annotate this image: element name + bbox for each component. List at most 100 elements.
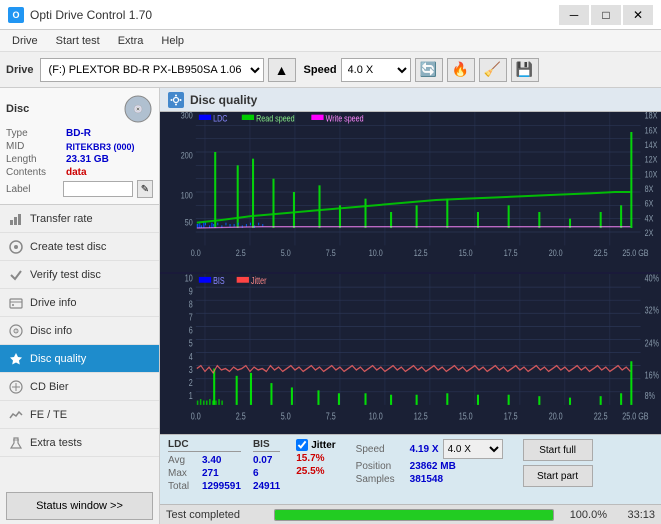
ldc-max-row: Max 271 xyxy=(168,468,241,479)
svg-text:12.5: 12.5 xyxy=(414,247,428,258)
bis-max-val: 6 xyxy=(253,468,259,479)
chart-settings-icon xyxy=(168,92,184,108)
svg-text:7.5: 7.5 xyxy=(326,247,336,258)
speed-key: Speed xyxy=(356,444,406,455)
start-full-button[interactable]: Start full xyxy=(523,439,593,461)
svg-text:Jitter: Jitter xyxy=(251,275,267,287)
disc-header: Disc xyxy=(6,94,153,124)
nav-items: Transfer rate Create test disc Verify te… xyxy=(0,205,159,488)
nav-extra-tests-label: Extra tests xyxy=(30,437,82,449)
svg-text:22.5: 22.5 xyxy=(594,410,608,422)
svg-text:2X: 2X xyxy=(645,227,654,238)
svg-text:300: 300 xyxy=(181,112,193,121)
start-part-button[interactable]: Start part xyxy=(523,465,593,487)
svg-text:2.5: 2.5 xyxy=(236,247,246,258)
jitter-label: Jitter xyxy=(311,440,335,451)
nav-disc-info[interactable]: i Disc info xyxy=(0,317,159,345)
disc-contents-key: Contents xyxy=(6,167,66,178)
action-buttons-col: Start full Start part xyxy=(523,439,593,487)
eject-button[interactable]: ▲ xyxy=(268,58,296,82)
disc-label-input[interactable] xyxy=(63,181,133,197)
main-layout: Disc Type BD-R MID RITEKBR3 (000) xyxy=(0,88,661,524)
status-window-button[interactable]: Status window >> xyxy=(6,492,153,520)
nav-cd-bier-label: CD Bier xyxy=(30,381,69,393)
nav-fe-te-label: FE / TE xyxy=(30,409,67,421)
content-area: Disc quality xyxy=(160,88,661,524)
bis-stats-col: BIS 0.07 6 24911 xyxy=(253,439,280,492)
burn-button[interactable]: 🔥 xyxy=(447,58,475,82)
svg-text:0.0: 0.0 xyxy=(191,410,201,422)
chart-header: Disc quality xyxy=(160,88,661,112)
extra-tests-icon xyxy=(8,435,24,451)
nav-fe-te[interactable]: FE / TE xyxy=(0,401,159,429)
svg-text:15.0: 15.0 xyxy=(459,410,473,422)
save-button[interactable]: 💾 xyxy=(511,58,539,82)
nav-disc-quality[interactable]: Disc quality xyxy=(0,345,159,373)
disc-label-button[interactable]: ✎ xyxy=(137,180,153,198)
menu-extra[interactable]: Extra xyxy=(110,33,152,49)
menu-bar: Drive Start test Extra Help xyxy=(0,30,661,52)
nav-create-test-disc[interactable]: Create test disc xyxy=(0,233,159,261)
svg-text:8: 8 xyxy=(189,298,193,310)
menu-start-test[interactable]: Start test xyxy=(48,33,108,49)
maximize-button[interactable]: □ xyxy=(591,5,621,25)
svg-text:6X: 6X xyxy=(645,198,654,209)
disc-thumbnail xyxy=(123,94,153,124)
nav-extra-tests[interactable]: Extra tests xyxy=(0,429,159,457)
lower-chart: 10 9 8 7 6 5 4 3 2 1 40% 32% 24% 16% 8 xyxy=(160,274,661,434)
svg-text:7: 7 xyxy=(189,311,193,323)
svg-text:3: 3 xyxy=(189,364,193,376)
close-button[interactable]: ✕ xyxy=(623,5,653,25)
bis-avg-row: 0.07 xyxy=(253,455,280,466)
svg-text:2: 2 xyxy=(189,377,193,389)
speed-select[interactable]: 4.0 X xyxy=(341,58,411,82)
status-text: Test completed xyxy=(166,509,266,521)
disc-type-val: BD-R xyxy=(66,128,91,139)
svg-text:17.5: 17.5 xyxy=(504,410,518,422)
fe-te-icon xyxy=(8,407,24,423)
ldc-header: LDC xyxy=(168,439,241,452)
nav-transfer-rate[interactable]: Transfer rate xyxy=(0,205,159,233)
disc-length-key: Length xyxy=(6,154,66,165)
title-bar-left: O Opti Drive Control 1.70 xyxy=(8,7,152,23)
disc-icon xyxy=(124,95,152,123)
disc-label-key: Label xyxy=(6,184,59,195)
nav-drive-info[interactable]: Drive info xyxy=(0,289,159,317)
svg-text:20.0: 20.0 xyxy=(549,247,563,258)
drive-select[interactable]: (F:) PLEXTOR BD-R PX-LB950SA 1.06 xyxy=(40,58,264,82)
svg-text:20.0: 20.0 xyxy=(549,410,563,422)
nav-cd-bier[interactable]: CD Bier xyxy=(0,373,159,401)
title-bar-title: Opti Drive Control 1.70 xyxy=(30,8,152,22)
svg-text:BIS: BIS xyxy=(213,275,225,287)
svg-text:10X: 10X xyxy=(645,168,658,179)
svg-text:9: 9 xyxy=(189,285,193,297)
speed-label: Speed xyxy=(304,64,337,76)
erase-button[interactable]: 🧹 xyxy=(479,58,507,82)
disc-length-val: 23.31 GB xyxy=(66,154,109,165)
refresh-button[interactable]: 🔄 xyxy=(415,58,443,82)
menu-drive[interactable]: Drive xyxy=(4,33,46,49)
cd-bier-icon xyxy=(8,379,24,395)
svg-text:10: 10 xyxy=(185,274,193,284)
minimize-button[interactable]: ─ xyxy=(559,5,589,25)
bis-max-row: 6 xyxy=(253,468,280,479)
svg-text:12.5: 12.5 xyxy=(414,410,428,422)
charts-container: 300 200 100 50 18X 16X 14X 12X 10X 8X 6X… xyxy=(160,112,661,434)
ldc-max-val: 271 xyxy=(202,468,219,479)
disc-mid-row: MID RITEKBR3 (000) xyxy=(6,141,153,152)
toolbar: Drive (F:) PLEXTOR BD-R PX-LB950SA 1.06 … xyxy=(0,52,661,88)
disc-title: Disc xyxy=(6,103,29,115)
nav-verify-test-disc[interactable]: Verify test disc xyxy=(0,261,159,289)
position-val: 23862 MB xyxy=(410,461,456,472)
svg-text:8%: 8% xyxy=(645,390,655,402)
progress-fill xyxy=(275,510,553,520)
speed-select-control[interactable]: 4.0 X xyxy=(443,439,503,459)
bis-total-val: 24911 xyxy=(253,481,280,492)
svg-text:10.0: 10.0 xyxy=(369,410,383,422)
disc-info-icon: i xyxy=(8,323,24,339)
menu-help[interactable]: Help xyxy=(153,33,192,49)
jitter-checkbox[interactable] xyxy=(296,439,308,451)
progress-track xyxy=(274,509,554,521)
speed-row: Speed 4.19 X 4.0 X xyxy=(356,439,503,459)
bis-avg-val: 0.07 xyxy=(253,455,272,466)
